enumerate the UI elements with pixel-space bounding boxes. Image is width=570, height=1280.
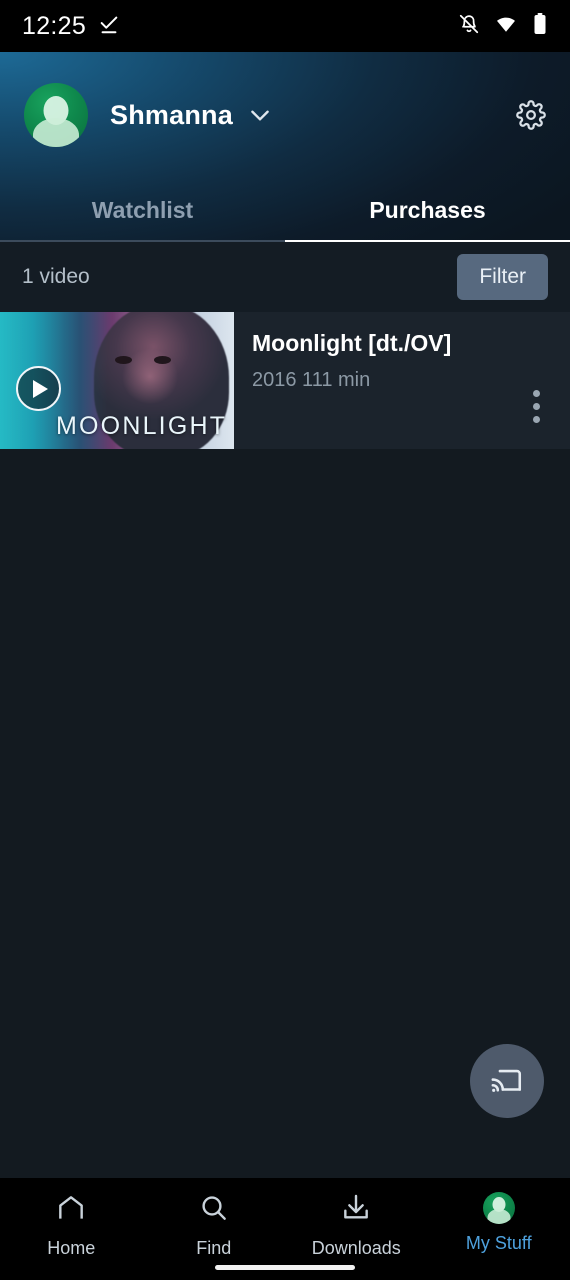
home-indicator xyxy=(215,1265,355,1270)
filter-button[interactable]: Filter xyxy=(457,254,548,300)
status-bar-clock: 12:25 xyxy=(22,11,87,40)
profile-tabs: Watchlist Purchases xyxy=(0,178,570,242)
video-info: Moonlight [dt./OV] 2016 111 min xyxy=(234,312,570,449)
nav-label-my-stuff: My Stuff xyxy=(465,1233,532,1253)
gear-icon[interactable] xyxy=(516,100,546,130)
play-icon[interactable] xyxy=(16,366,61,411)
table-row[interactable]: MOONLIGHT Moonlight [dt./OV] 2016 111 mi… xyxy=(0,312,570,449)
chevron-down-icon[interactable] xyxy=(247,102,273,128)
play-triangle xyxy=(33,379,48,398)
profile-name: Shmanna xyxy=(110,99,233,130)
nav-label-home: Home xyxy=(47,1238,96,1258)
download-icon xyxy=(340,1192,372,1229)
nav-label-find: Find xyxy=(196,1238,232,1258)
nav-label-downloads: Downloads xyxy=(311,1238,401,1258)
list-header: 1 video Filter xyxy=(0,242,570,312)
nav-item-my-stuff[interactable]: My Stuff xyxy=(428,1192,570,1254)
avatar[interactable] xyxy=(24,83,88,147)
home-icon xyxy=(55,1192,87,1229)
nav-item-find[interactable]: Find xyxy=(143,1192,286,1259)
cast-icon[interactable] xyxy=(470,1044,544,1118)
video-meta: 2016 111 min xyxy=(252,369,371,391)
tab-purchases[interactable]: Purchases xyxy=(285,178,570,242)
search-icon xyxy=(198,1192,230,1229)
status-bar-right xyxy=(458,12,548,41)
avatar-body xyxy=(33,118,79,147)
status-bar-left: 12:25 xyxy=(22,12,120,41)
download-complete-icon xyxy=(98,13,120,40)
nav-item-home[interactable]: Home xyxy=(0,1192,143,1259)
video-thumbnail[interactable]: MOONLIGHT xyxy=(0,312,234,449)
nav-avatar-body xyxy=(487,1209,511,1224)
notifications-off-icon xyxy=(458,13,480,40)
video-count-label: 1 video xyxy=(22,265,90,288)
kebab-dot xyxy=(533,416,540,423)
tab-watchlist[interactable]: Watchlist xyxy=(0,178,285,242)
thumbnail-detail-left xyxy=(114,355,132,364)
thumbnail-caption: MOONLIGHT xyxy=(56,412,228,440)
video-title: Moonlight [dt./OV] xyxy=(252,330,452,356)
kebab-dot xyxy=(533,403,540,410)
nav-item-downloads[interactable]: Downloads xyxy=(285,1192,428,1259)
kebab-dot xyxy=(533,390,540,397)
profile-avatar-icon xyxy=(482,1192,515,1224)
wifi-icon xyxy=(494,13,518,40)
bottom-navigation: Home Find Downloads My Stuff xyxy=(0,1178,570,1280)
app-screen: 12:25 Shmanna Watchlist Purchases 1 vide… xyxy=(0,0,570,1280)
profile-header: Shmanna Watchlist Purchases xyxy=(0,52,570,242)
profile-row[interactable]: Shmanna xyxy=(0,52,570,178)
battery-full-icon xyxy=(532,12,548,41)
more-vertical-icon[interactable] xyxy=(527,384,546,429)
status-bar: 12:25 xyxy=(0,0,570,52)
thumbnail-detail-right xyxy=(154,355,172,364)
thumbnail-highlight xyxy=(109,336,190,417)
